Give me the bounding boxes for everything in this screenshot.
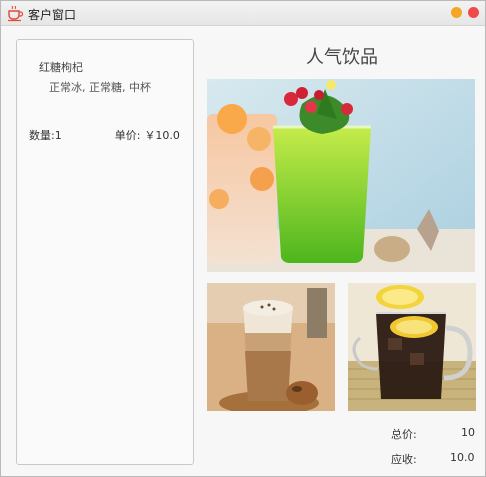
menu-title: 人气饮品 [306, 47, 378, 68]
item-options: 正常冰, 正常糖, 中杯 [49, 81, 151, 94]
unit-price-value: ￥10.0 [144, 129, 180, 142]
minimize-button[interactable] [451, 7, 462, 18]
customer-window: 客户窗口 红糖枸杞 正常冰, 正常糖, 中杯 数量:1 单价: ￥10.0 人气饮品 [0, 0, 486, 477]
coffee-cup-icon [6, 4, 24, 22]
title-bar[interactable]: 客户窗口 [1, 1, 485, 26]
window-title: 客户窗口 [28, 8, 77, 22]
amount-due-label: 应收: [391, 453, 417, 466]
close-button[interactable] [468, 7, 479, 18]
quantity-label: 数量: [29, 129, 55, 142]
latte-photo [207, 283, 335, 411]
amount-due-value: 10.0 [450, 451, 475, 464]
order-list-panel: 红糖枸杞 正常冰, 正常糖, 中杯 数量:1 单价: ￥10.0 [16, 39, 194, 465]
unit-price-label: 单价: [114, 129, 141, 142]
total-label: 总价: [391, 428, 417, 441]
iced-cola-lemon-photo [348, 283, 476, 411]
quantity-price-row: 数量:1 单价: ￥10.0 [29, 127, 180, 143]
item-name: 红糖枸杞 [39, 61, 83, 74]
quantity-value: 1 [54, 129, 62, 142]
lime-soda-photo [207, 79, 475, 272]
total-value: 10 [461, 426, 475, 439]
